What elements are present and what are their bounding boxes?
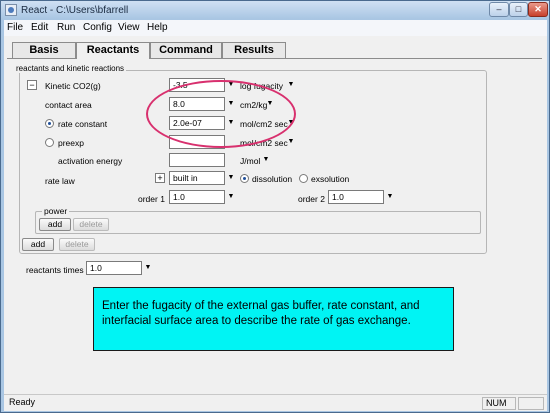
close-button[interactable]: ✕ xyxy=(528,2,548,17)
activation-energy-unit-dropdown-icon[interactable]: ▼ xyxy=(262,156,270,164)
rate-constant-field[interactable]: 2.0e-07 xyxy=(169,116,225,130)
contact-area-unit[interactable]: cm2/kg xyxy=(240,100,267,110)
rate-constant-radio[interactable] xyxy=(45,119,54,128)
tab-basis[interactable]: Basis xyxy=(12,42,76,58)
menu-run[interactable]: Run xyxy=(57,22,75,33)
reaction-label: Kinetic CO2(g) xyxy=(45,81,101,91)
status-bar: Ready NUM xyxy=(4,394,547,411)
app-window: React - C:\Users\bfarrell – □ ✕ File Edi… xyxy=(0,0,550,413)
fugacity-unit-dropdown-icon[interactable]: ▼ xyxy=(287,81,295,89)
order2-field[interactable]: 1.0 xyxy=(328,190,384,204)
rate-law-field[interactable]: built in xyxy=(169,171,225,185)
add-reaction-button[interactable]: add xyxy=(22,238,54,251)
dissolution-radio[interactable] xyxy=(240,174,249,183)
reactants-times-label: reactants times xyxy=(26,265,84,275)
maximize-button[interactable]: □ xyxy=(509,2,528,17)
preexp-radio[interactable] xyxy=(45,138,54,147)
order1-dropdown-icon[interactable]: ▼ xyxy=(227,193,235,201)
status-num: NUM xyxy=(482,397,516,410)
contact-area-label: contact area xyxy=(45,100,92,110)
menu-edit[interactable]: Edit xyxy=(31,22,48,33)
fugacity-unit[interactable]: log fugacity xyxy=(240,81,283,91)
tab-reactants[interactable]: Reactants xyxy=(76,42,150,59)
exsolution-label: exsolution xyxy=(311,174,350,184)
order2-dropdown-icon[interactable]: ▼ xyxy=(386,193,394,201)
preexp-unit-dropdown-icon[interactable]: ▼ xyxy=(287,138,295,146)
status-text: Ready xyxy=(9,397,36,407)
rate-law-expand-button[interactable]: + xyxy=(155,173,165,183)
rate-law-label: rate law xyxy=(45,176,75,186)
preexp-unit[interactable]: mol/cm2 sec xyxy=(240,138,288,148)
app-icon xyxy=(5,4,17,16)
group-caption: reactants and kinetic reactions xyxy=(14,64,127,73)
rate-constant-unit-dropdown-icon[interactable]: ▼ xyxy=(287,119,295,127)
menu-file[interactable]: File xyxy=(7,22,23,33)
menu-help[interactable]: Help xyxy=(147,22,168,33)
activation-energy-field[interactable] xyxy=(169,153,225,167)
power-caption: power xyxy=(42,206,70,216)
delete-reaction-button[interactable]: delete xyxy=(59,238,95,251)
status-empty xyxy=(518,397,544,410)
menu-bar: File Edit Run Config View Help xyxy=(4,20,547,36)
order2-label: order 2 xyxy=(298,194,325,204)
contact-area-unit-dropdown-icon[interactable]: ▼ xyxy=(266,100,274,108)
rate-constant-unit[interactable]: mol/cm2 sec xyxy=(240,119,288,129)
power-add-button[interactable]: add xyxy=(39,218,71,231)
exsolution-radio[interactable] xyxy=(299,174,308,183)
rate-law-dropdown-icon[interactable]: ▼ xyxy=(227,174,235,182)
preexp-field[interactable] xyxy=(169,135,225,149)
activation-energy-label: activation energy xyxy=(58,156,123,166)
dissolution-label: dissolution xyxy=(252,174,293,184)
menu-config[interactable]: Config xyxy=(83,22,112,33)
tab-command[interactable]: Command xyxy=(150,42,222,58)
instruction-callout: Enter the fugacity of the external gas b… xyxy=(93,287,454,351)
order1-field[interactable]: 1.0 xyxy=(169,190,225,204)
fugacity-field[interactable]: -3.5 xyxy=(169,78,225,92)
fugacity-dropdown-icon[interactable]: ▼ xyxy=(227,81,235,89)
power-delete-button[interactable]: delete xyxy=(73,218,109,231)
rate-constant-label: rate constant xyxy=(58,119,108,129)
rate-constant-dropdown-icon[interactable]: ▼ xyxy=(227,119,235,127)
contact-area-dropdown-icon[interactable]: ▼ xyxy=(227,100,235,108)
order1-label: order 1 xyxy=(138,194,165,204)
title-bar[interactable]: React - C:\Users\bfarrell – □ ✕ xyxy=(1,1,549,19)
activation-energy-unit[interactable]: J/mol xyxy=(240,156,260,166)
preexp-label: preexp xyxy=(58,138,84,148)
tab-results[interactable]: Results xyxy=(222,42,286,58)
menu-view[interactable]: View xyxy=(118,22,140,33)
contact-area-field[interactable]: 8.0 xyxy=(169,97,225,111)
reactants-times-dropdown-icon[interactable]: ▼ xyxy=(144,264,152,272)
window-title: React - C:\Users\bfarrell xyxy=(21,5,129,16)
collapse-toggle[interactable]: − xyxy=(27,80,37,90)
minimize-button[interactable]: – xyxy=(489,2,509,17)
reactants-times-field[interactable]: 1.0 xyxy=(86,261,142,275)
